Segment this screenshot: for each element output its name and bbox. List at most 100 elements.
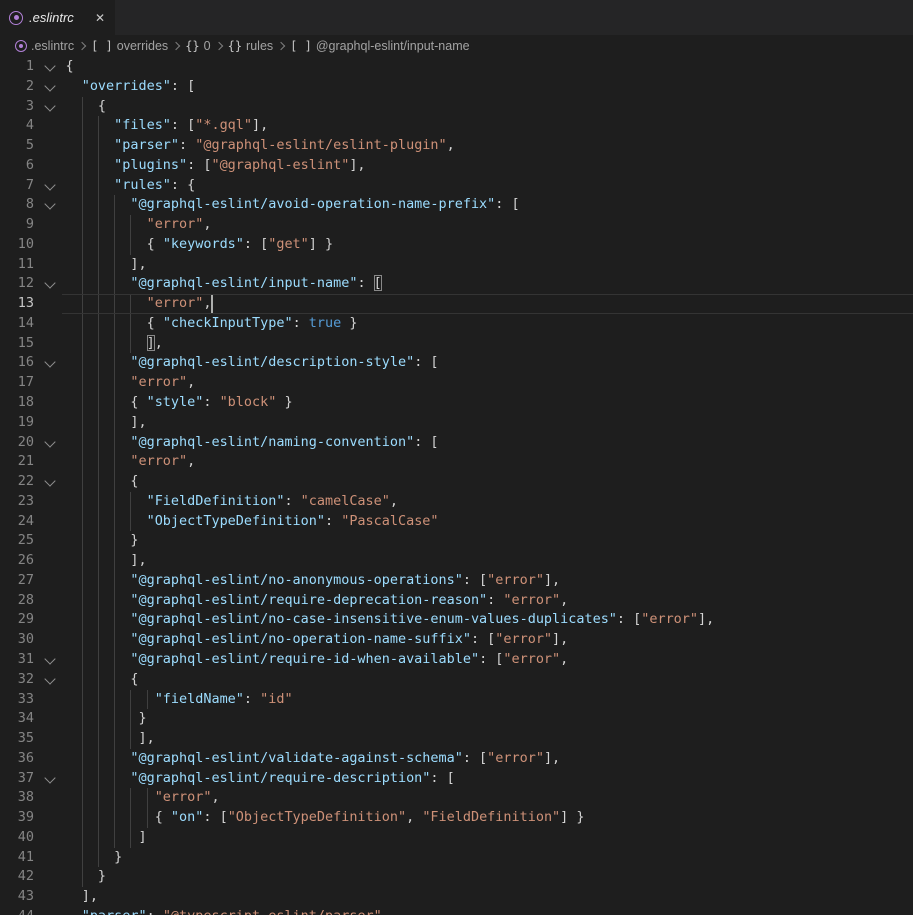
- tab-eslintrc[interactable]: .eslintrc ✕: [0, 0, 115, 35]
- code-line-11[interactable]: 11 ],: [0, 255, 913, 275]
- line-number: 36: [0, 749, 34, 769]
- code-line-17[interactable]: 17 "error",: [0, 373, 913, 393]
- symbol-array-icon: [ ]: [91, 39, 113, 53]
- token: "@graphql-eslint/require-id-when-availab…: [130, 651, 479, 667]
- code-line-43[interactable]: 43 ],: [0, 887, 913, 907]
- line-number: 4: [0, 116, 34, 136]
- fold-chevron-down-icon[interactable]: [44, 475, 55, 486]
- line-number: 43: [0, 887, 34, 907]
- line-number: 1: [0, 57, 34, 77]
- token: "@graphql-eslint/validate-against-schema…: [130, 750, 462, 766]
- code-line-29[interactable]: 29 "@graphql-eslint/no-case-insensitive-…: [0, 610, 913, 630]
- code-line-7[interactable]: 7 "rules": {: [0, 176, 913, 196]
- code-line-6[interactable]: 6 "plugins": ["@graphql-eslint"],: [0, 156, 913, 176]
- code-line-25[interactable]: 25 }: [0, 531, 913, 551]
- code-line-10[interactable]: 10 { "keywords": ["get"] }: [0, 235, 913, 255]
- token: {: [66, 315, 163, 331]
- code-text: }: [66, 848, 123, 868]
- token: }: [66, 849, 123, 865]
- breadcrumb-item--eslintrc[interactable]: .eslintrc: [15, 39, 74, 53]
- line-number: 19: [0, 413, 34, 433]
- code-text: "overrides": [: [66, 77, 196, 97]
- code-line-34[interactable]: 34 }: [0, 709, 913, 729]
- code-line-4[interactable]: 4 "files": ["*.gql"],: [0, 116, 913, 136]
- code-line-24[interactable]: 24 "ObjectTypeDefinition": "PascalCase": [0, 512, 913, 532]
- token: :: [293, 315, 309, 331]
- code-line-9[interactable]: 9 "error",: [0, 215, 913, 235]
- breadcrumb-label: 0: [204, 39, 211, 53]
- fold-chevron-down-icon[interactable]: [44, 673, 55, 684]
- token: [66, 354, 131, 370]
- code-line-22[interactable]: 22 {: [0, 472, 913, 492]
- code-line-12[interactable]: 12 "@graphql-eslint/input-name": [: [0, 274, 913, 294]
- breadcrumb-item-0[interactable]: {} 0: [185, 39, 210, 53]
- code-text: ],: [66, 729, 155, 749]
- code-line-2[interactable]: 2 "overrides": [: [0, 77, 913, 97]
- code-line-8[interactable]: 8 "@graphql-eslint/avoid-operation-name-…: [0, 195, 913, 215]
- fold-chevron-down-icon[interactable]: [44, 278, 55, 289]
- fold-chevron-down-icon[interactable]: [44, 179, 55, 190]
- line-number: 23: [0, 492, 34, 512]
- code-line-3[interactable]: 3 {: [0, 97, 913, 117]
- code-line-26[interactable]: 26 ],: [0, 551, 913, 571]
- breadcrumb: .eslintrc [ ]overrides {} 0 {}rules [ ]@graph…: [0, 35, 913, 57]
- code-line-42[interactable]: 42 }: [0, 867, 913, 887]
- code-text: }: [66, 867, 107, 887]
- code-line-5[interactable]: 5 "parser": "@graphql-eslint/eslint-plug…: [0, 136, 913, 156]
- close-icon[interactable]: ✕: [93, 10, 107, 26]
- code-line-15[interactable]: 15 ],: [0, 334, 913, 354]
- code-line-32[interactable]: 32 {: [0, 670, 913, 690]
- token: [66, 374, 131, 390]
- breadcrumb-item--graphql-eslint-input-name[interactable]: [ ]@graphql-eslint/input-name: [290, 39, 469, 53]
- code-line-30[interactable]: 30 "@graphql-eslint/no-operation-name-su…: [0, 630, 913, 650]
- code-line-18[interactable]: 18 { "style": "block" }: [0, 393, 913, 413]
- code-line-20[interactable]: 20 "@graphql-eslint/naming-convention": …: [0, 433, 913, 453]
- token: "overrides": [82, 78, 171, 94]
- token: : [: [471, 631, 495, 647]
- fold-chevron-down-icon[interactable]: [44, 772, 55, 783]
- fold-chevron-down-icon[interactable]: [44, 80, 55, 91]
- code-line-16[interactable]: 16 "@graphql-eslint/description-style": …: [0, 353, 913, 373]
- chevron-right-icon: [277, 42, 285, 50]
- token: "@graphql-eslint": [211, 157, 349, 173]
- code-line-31[interactable]: 31 "@graphql-eslint/require-id-when-avai…: [0, 650, 913, 670]
- code-line-27[interactable]: 27 "@graphql-eslint/no-anonymous-operati…: [0, 571, 913, 591]
- code-line-33[interactable]: 33 "fieldName": "id": [0, 690, 913, 710]
- fold-chevron-down-icon[interactable]: [44, 60, 55, 71]
- code-text: {: [66, 670, 139, 690]
- code-line-44[interactable]: 44 "parser": "@typescript-eslint/parser"…: [0, 907, 913, 915]
- code-line-23[interactable]: 23 "FieldDefinition": "camelCase",: [0, 492, 913, 512]
- code-line-41[interactable]: 41 }: [0, 848, 913, 868]
- fold-chevron-down-icon[interactable]: [44, 436, 55, 447]
- code-line-40[interactable]: 40 ]: [0, 828, 913, 848]
- symbol-object-icon: {}: [185, 39, 199, 53]
- line-number: 3: [0, 97, 34, 117]
- code-line-36[interactable]: 36 "@graphql-eslint/validate-against-sch…: [0, 749, 913, 769]
- token: ,: [560, 592, 568, 608]
- code-line-37[interactable]: 37 "@graphql-eslint/require-description"…: [0, 769, 913, 789]
- code-line-39[interactable]: 39 { "on": ["ObjectTypeDefinition", "Fie…: [0, 808, 913, 828]
- token: [66, 453, 131, 469]
- code-line-1[interactable]: 1{: [0, 57, 913, 77]
- code-text: "ObjectTypeDefinition": "PascalCase": [66, 512, 439, 532]
- fold-chevron-down-icon[interactable]: [44, 357, 55, 368]
- token: ],: [544, 572, 560, 588]
- code-editor[interactable]: 1{2 "overrides": [3 {4 "files": ["*.gql"…: [0, 57, 913, 915]
- code-line-21[interactable]: 21 "error",: [0, 452, 913, 472]
- fold-chevron-down-icon[interactable]: [44, 199, 55, 210]
- code-line-19[interactable]: 19 ],: [0, 413, 913, 433]
- fold-chevron-down-icon[interactable]: [44, 100, 55, 111]
- code-line-38[interactable]: 38 "error",: [0, 788, 913, 808]
- code-line-13[interactable]: 13 "error",: [0, 294, 913, 314]
- token: "error": [503, 651, 560, 667]
- line-number: 38: [0, 788, 34, 808]
- breadcrumb-label: .eslintrc: [31, 39, 74, 53]
- breadcrumb-item-overrides[interactable]: [ ]overrides: [91, 39, 168, 53]
- breadcrumb-item-rules[interactable]: {}rules: [228, 39, 274, 53]
- code-line-35[interactable]: 35 ],: [0, 729, 913, 749]
- code-line-14[interactable]: 14 { "checkInputType": true }: [0, 314, 913, 334]
- code-line-28[interactable]: 28 "@graphql-eslint/require-deprecation-…: [0, 591, 913, 611]
- token: "plugins": [114, 157, 187, 173]
- token: "@graphql-eslint/avoid-operation-name-pr…: [130, 196, 495, 212]
- fold-chevron-down-icon[interactable]: [44, 653, 55, 664]
